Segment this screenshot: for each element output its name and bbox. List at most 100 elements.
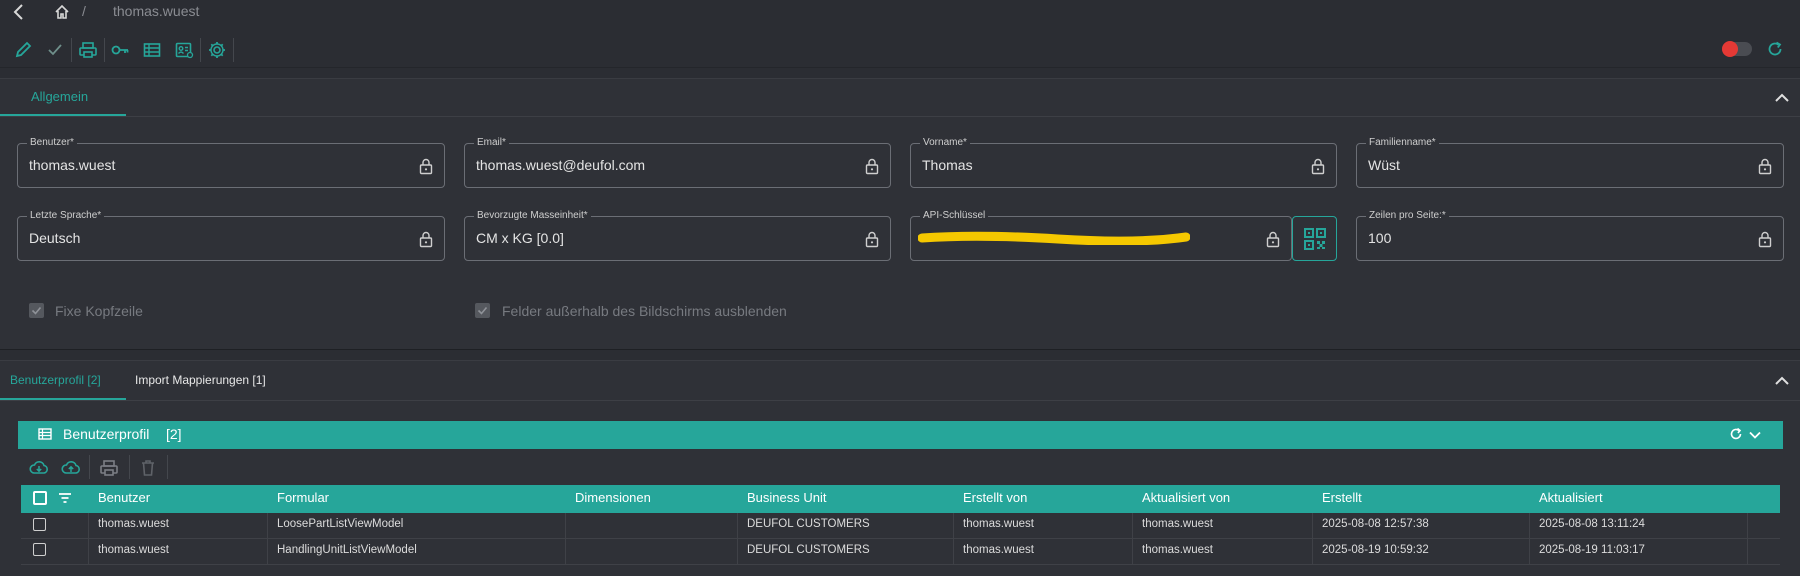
row-checkbox[interactable]: [33, 518, 46, 531]
mode-toggle-knob[interactable]: [1722, 41, 1738, 57]
cell-aktualisiert-von: thomas.wuest: [1142, 518, 1213, 530]
row-checkbox[interactable]: [33, 543, 46, 556]
toolbar-divider: [71, 38, 72, 62]
tab-allgemein[interactable]: Allgemein: [31, 89, 88, 104]
qr-code-button[interactable]: [1292, 216, 1337, 261]
home-icon[interactable]: [54, 4, 70, 20]
column-header-benutzer[interactable]: Benutzer: [98, 490, 150, 505]
tab-benutzerprofil[interactable]: Benutzerprofil [2]: [10, 373, 101, 387]
column-header-aktualisiert-von[interactable]: Aktualisiert von: [1142, 490, 1230, 505]
pencil-icon[interactable]: [13, 40, 33, 60]
fixe-kopfzeile-checkbox[interactable]: [29, 303, 44, 318]
sprache-field[interactable]: Letzte Sprache* Deutsch: [17, 209, 445, 261]
column-header-business-unit[interactable]: Business Unit: [747, 490, 826, 505]
benutzer-value: thomas.wuest: [29, 157, 116, 173]
trash-icon[interactable]: [138, 458, 158, 478]
qr-code-icon: [1304, 228, 1326, 250]
email-label: Email*: [474, 136, 509, 150]
familienname-value: Wüst: [1368, 157, 1400, 173]
column-separator: [1132, 513, 1133, 565]
general-panel: [0, 78, 1800, 350]
vorname-value: Thomas: [922, 157, 973, 173]
sprache-value: Deutsch: [29, 230, 81, 246]
toolbar-divider: [89, 455, 90, 479]
column-header-dimensionen[interactable]: Dimensionen: [575, 490, 651, 505]
key-icon[interactable]: [110, 40, 130, 60]
id-card-icon[interactable]: [174, 40, 194, 60]
cell-erstellt: 2025-08-19 10:59:32: [1322, 544, 1429, 556]
benutzer-field[interactable]: Benutzer* thomas.wuest: [17, 136, 445, 188]
familienname-field[interactable]: Familienname* Wüst: [1356, 136, 1784, 188]
cell-formular: HandlingUnitListViewModel: [277, 544, 417, 556]
email-field[interactable]: Email* thomas.wuest@deufol.com: [464, 136, 891, 188]
vorname-field[interactable]: Vorname* Thomas: [910, 136, 1337, 188]
toolbar-divider: [104, 38, 105, 62]
grid-title-bar: [18, 421, 1783, 449]
zeilen-label: Zeilen pro Seite:*: [1366, 209, 1449, 223]
back-arrow-icon[interactable]: [10, 3, 28, 21]
cell-benutzer: thomas.wuest: [98, 518, 169, 530]
column-header-aktualisiert[interactable]: Aktualisiert: [1539, 490, 1603, 505]
filter-icon[interactable]: [58, 491, 72, 505]
cell-business-unit: DEUFOL CUSTOMERS: [747, 518, 870, 530]
chevron-up-icon[interactable]: [1773, 89, 1791, 107]
masseinheit-field[interactable]: Bevorzugte Masseinheit* CM x KG [0.0]: [464, 209, 891, 261]
check-icon[interactable]: [45, 40, 65, 60]
benutzer-label: Benutzer*: [27, 136, 77, 150]
vorname-label: Vorname*: [920, 136, 970, 150]
cell-business-unit: DEUFOL CUSTOMERS: [747, 544, 870, 556]
column-header-erstellt-von[interactable]: Erstellt von: [963, 490, 1027, 505]
column-separator: [737, 513, 738, 565]
chevron-down-icon[interactable]: [1748, 428, 1762, 442]
cell-formular: LoosePartListViewModel: [277, 518, 404, 530]
lock-icon: [1758, 231, 1772, 248]
felder-ausblenden-checkbox[interactable]: [475, 303, 490, 318]
column-header-formular[interactable]: Formular: [277, 490, 329, 505]
masseinheit-value: CM x KG [0.0]: [476, 230, 564, 246]
lock-icon: [865, 158, 879, 175]
grid-title: Benutzerprofil: [63, 426, 150, 442]
gear-icon[interactable]: [207, 40, 227, 60]
lock-icon: [865, 231, 879, 248]
column-separator: [267, 513, 268, 565]
cell-aktualisiert: 2025-08-08 13:11:24: [1539, 518, 1645, 530]
toolbar-divider: [129, 455, 130, 479]
lock-icon: [419, 158, 433, 175]
felder-ausblenden-label: Felder außerhalb des Bildschirms ausblen…: [502, 303, 787, 319]
divider: [0, 116, 1800, 117]
column-separator: [1312, 513, 1313, 565]
toolbar-divider: [200, 38, 201, 62]
cloud-upload-icon[interactable]: [61, 458, 81, 478]
refresh-icon[interactable]: [1766, 40, 1784, 58]
cloud-download-icon[interactable]: [29, 458, 49, 478]
print-icon[interactable]: [78, 40, 98, 60]
column-header-erstellt[interactable]: Erstellt: [1322, 490, 1362, 505]
table-icon[interactable]: [142, 40, 162, 60]
check-icon: [31, 306, 42, 315]
cell-erstellt-von: thomas.wuest: [963, 518, 1034, 530]
top-bar: / thomas.wuest: [0, 0, 1800, 24]
chevron-up-icon[interactable]: [1773, 372, 1791, 390]
toolbar-divider: [167, 455, 168, 479]
main-toolbar: [0, 32, 1800, 68]
print-icon[interactable]: [99, 458, 119, 478]
redaction-marker: [918, 231, 1190, 245]
column-separator: [953, 513, 954, 565]
column-separator: [88, 513, 89, 565]
familienname-label: Familienname*: [1366, 136, 1439, 150]
select-all-checkbox[interactable]: [33, 491, 47, 505]
divider: [0, 400, 1800, 401]
lock-icon: [1266, 231, 1280, 248]
api-key-label: API-Schlüssel: [920, 209, 989, 223]
email-value: thomas.wuest@deufol.com: [476, 157, 646, 173]
masseinheit-label: Bevorzugte Masseinheit*: [474, 209, 591, 223]
cell-benutzer: thomas.wuest: [98, 544, 169, 556]
column-separator: [1747, 513, 1748, 565]
breadcrumb-current: thomas.wuest: [113, 3, 200, 19]
tab-import-mappierungen[interactable]: Import Mappierungen [1]: [135, 373, 266, 387]
check-icon: [477, 306, 488, 315]
list-icon: [38, 428, 52, 440]
zeilen-field[interactable]: Zeilen pro Seite:* 100: [1356, 209, 1784, 261]
column-separator: [565, 513, 566, 565]
refresh-icon[interactable]: [1729, 427, 1743, 441]
